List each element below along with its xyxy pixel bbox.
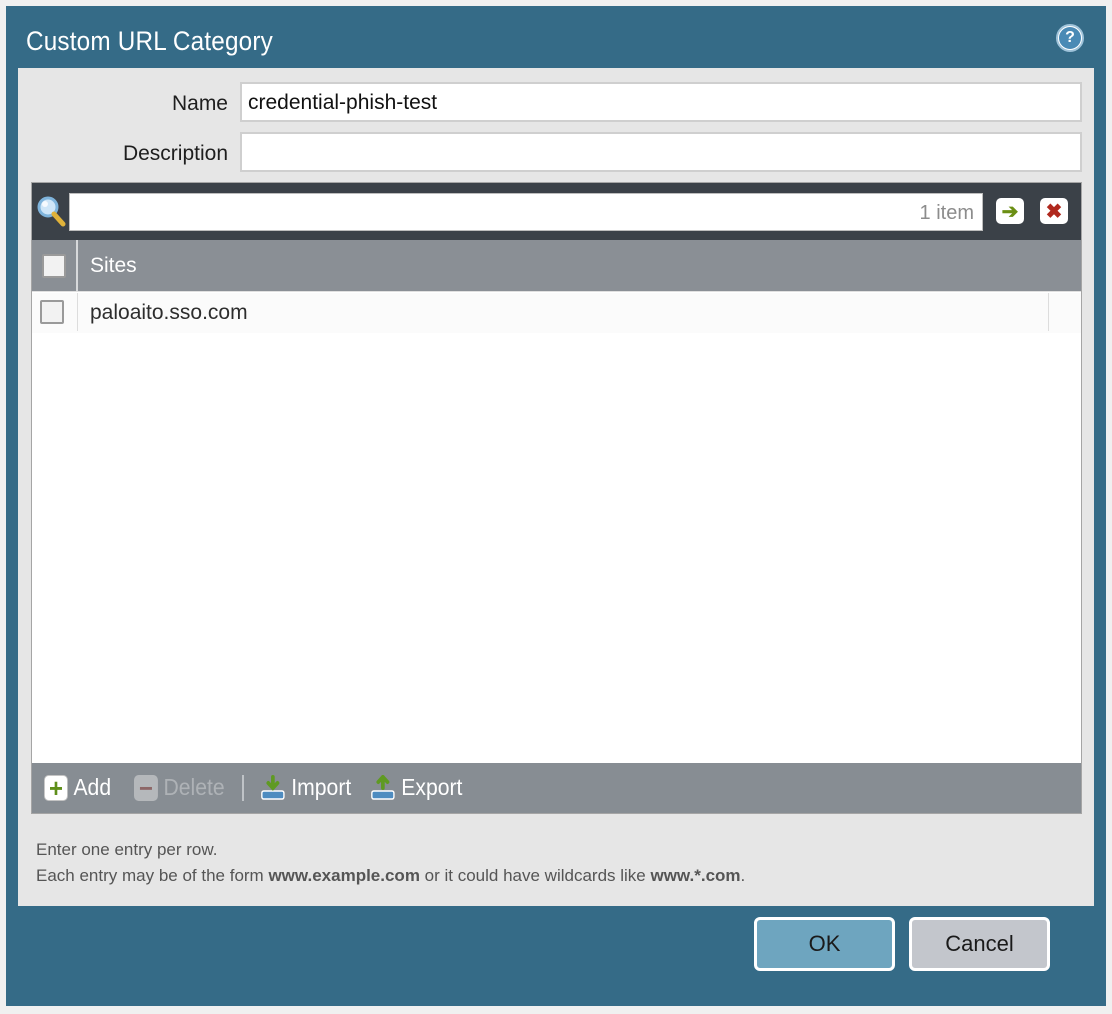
name-field[interactable]: credential-phish-test <box>240 82 1082 122</box>
table-header: Sites <box>32 240 1081 292</box>
export-icon <box>371 774 395 800</box>
cancel-button[interactable]: Cancel <box>909 917 1050 971</box>
row-check-cell <box>32 293 78 331</box>
select-all-checkbox[interactable] <box>42 254 66 278</box>
hint-line-2: Each entry may be of the form www.exampl… <box>36 866 746 885</box>
column-divider <box>1048 293 1049 331</box>
search-icon <box>37 196 66 227</box>
hint-line-1: Enter one entry per row. <box>36 840 218 859</box>
import-label: Import <box>291 774 352 800</box>
sites-grid: 1 item ➔ ✖ Sites paloaito.sso.com + Add … <box>31 182 1082 814</box>
site-cell: paloaito.sso.com <box>90 301 248 324</box>
apply-filter-button[interactable]: ➔ <box>996 198 1024 224</box>
action-separator <box>242 775 244 801</box>
arrow-right-icon: ➔ <box>1001 200 1019 223</box>
export-button[interactable]: Export <box>370 774 462 801</box>
add-button[interactable]: + Add <box>44 774 111 801</box>
add-label: Add <box>73 774 112 800</box>
select-all-cell <box>32 240 78 291</box>
help-icon[interactable]: ? <box>1056 24 1084 52</box>
close-x-icon: ✖ <box>1045 200 1063 223</box>
filter-input[interactable]: 1 item <box>69 193 983 231</box>
dialog-content-panel: Name credential-phish-test Description 1… <box>18 68 1094 906</box>
description-label: Description <box>122 142 228 165</box>
name-label: Name <box>171 92 228 115</box>
filter-toolbar: 1 item ➔ ✖ <box>32 183 1081 240</box>
table-row[interactable]: paloaito.sso.com <box>32 293 1081 333</box>
column-header-sites[interactable]: Sites <box>90 254 137 278</box>
delete-button[interactable]: − Delete <box>134 774 225 801</box>
dialog-title: Custom URL Category <box>26 26 273 56</box>
question-mark-glyph: ? <box>1059 27 1081 49</box>
minus-icon: − <box>134 774 158 801</box>
plus-icon: + <box>44 774 68 801</box>
import-icon <box>261 774 285 800</box>
description-field[interactable] <box>240 132 1082 172</box>
delete-label: Delete <box>163 774 225 800</box>
import-button[interactable]: Import <box>260 774 351 801</box>
custom-url-category-dialog: Custom URL Category ? Name credential-ph… <box>6 6 1106 1006</box>
ok-button[interactable]: OK <box>754 917 895 971</box>
item-count: 1 item <box>919 202 974 224</box>
clear-filter-button[interactable]: ✖ <box>1040 198 1068 224</box>
export-label: Export <box>401 774 463 800</box>
grid-action-bar: + Add − Delete Import Export <box>32 763 1081 813</box>
row-checkbox[interactable] <box>40 300 64 324</box>
